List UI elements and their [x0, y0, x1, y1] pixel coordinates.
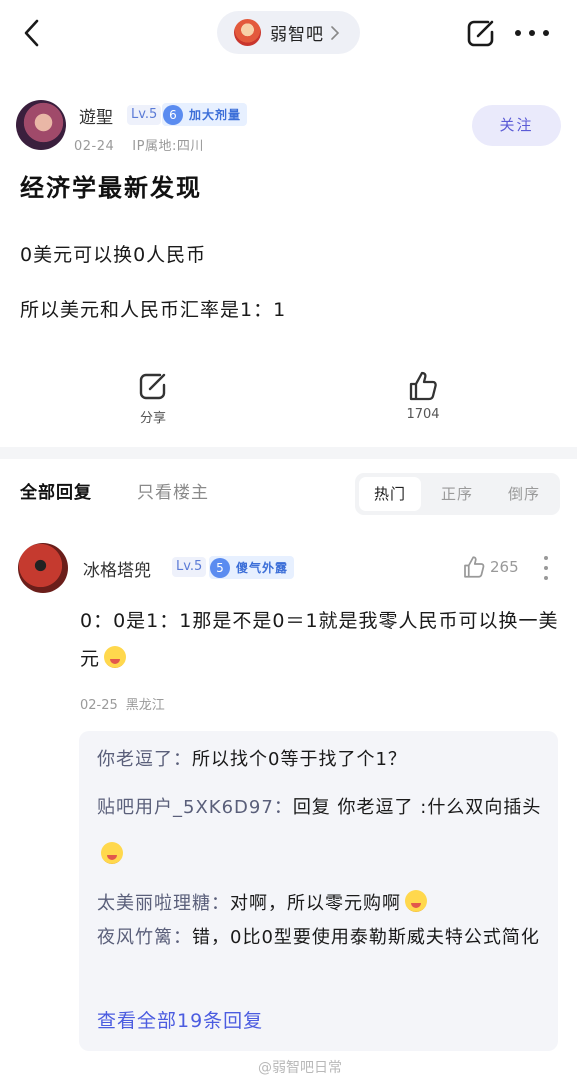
author-name[interactable]: 遊聖 — [79, 103, 113, 128]
sub-reply-author[interactable]: 夜风竹篱 — [97, 927, 173, 948]
sub-reply-text: 对啊，所以零元购啊 — [230, 893, 401, 914]
comment-meta: 02-25 黑龙江 — [80, 694, 173, 713]
grinning-sweat-emoji-icon — [101, 842, 123, 864]
tab-all-replies[interactable]: 全部回复 — [20, 478, 92, 503]
share-icon[interactable] — [466, 18, 496, 48]
commenter-name[interactable]: 冰格塔兜 — [83, 556, 151, 581]
sort-toggle: 热门 正序 倒序 — [355, 473, 560, 515]
like-count: 1704 — [406, 407, 440, 422]
watermark: @弱智吧日常 — [258, 1060, 342, 1076]
like-button[interactable]: 1704 — [383, 370, 463, 422]
chevron-left-icon — [24, 19, 39, 47]
forum-entry-button[interactable]: 弱智吧 — [217, 11, 360, 54]
badge-number: 5 — [210, 557, 230, 578]
share-button[interactable]: 分享 — [113, 370, 193, 426]
comment-like-button[interactable]: 265 — [462, 555, 519, 579]
comment-like-count: 265 — [490, 558, 519, 576]
comment-more-icon[interactable] — [544, 556, 548, 580]
title-badge: 6 加大剂量 — [162, 103, 248, 126]
drooling-face-emoji-icon — [405, 890, 427, 912]
avatar[interactable] — [18, 543, 68, 593]
sub-reply-author[interactable]: 贴吧用户_5XK6D97 — [97, 797, 274, 818]
post-date: 02-24 — [74, 139, 115, 154]
badge-text: 傻气外露 — [236, 561, 289, 575]
sub-reply[interactable]: 你老逗了：所以找个0等于找了个1？ — [97, 736, 547, 784]
sub-reply-text: 错，0比0型要使用泰勒斯威夫特公式简化 — [192, 927, 540, 948]
sub-reply-separator: ： — [173, 927, 192, 948]
chevron-right-icon — [331, 25, 340, 40]
badge-number: 6 — [163, 104, 183, 125]
avatar[interactable] — [16, 100, 66, 150]
sub-reply-separator: ： — [273, 797, 293, 818]
badge-text: 加大剂量 — [189, 108, 242, 122]
sort-ascending[interactable]: 正序 — [426, 477, 488, 511]
top-bar: 弱智吧 — [0, 0, 577, 66]
post-title: 经济学最新发现 — [20, 174, 202, 202]
sub-reply-separator: ： — [211, 893, 230, 914]
level-badge: Lv.5 — [172, 557, 207, 577]
sub-reply[interactable]: 贴吧用户_5XK6D97：回复 你老逗了 :什么双向插头 — [97, 784, 547, 880]
sort-descending[interactable]: 倒序 — [493, 477, 555, 511]
share-label: 分享 — [139, 411, 166, 426]
thumbs-up-icon — [409, 371, 437, 401]
tab-op-only[interactable]: 只看楼主 — [137, 478, 209, 503]
level-badge: Lv.5 — [127, 105, 162, 125]
sub-reply[interactable]: 夜风竹篱：错，0比0型要使用泰勒斯威夫特公式简化 — [97, 914, 547, 962]
post-author: 遊聖 Lv.5 6 加大剂量 02-24 IP属地:四川 关注 — [16, 99, 561, 154]
comment-text: 0：0是1：1那是不是0＝1就是我零人民币可以换一美元 — [80, 602, 560, 678]
follow-button[interactable]: 关注 — [472, 105, 561, 146]
title-badge: 5 傻气外露 — [209, 556, 295, 579]
sub-reply-author[interactable]: 你老逗了 — [97, 749, 173, 770]
ip-location: IP属地:四川 — [132, 139, 204, 154]
sub-reply-text: 所以找个0等于找了个1？ — [192, 749, 407, 770]
view-all-replies-link[interactable]: 查看全部19条回复 — [97, 1006, 263, 1033]
forum-name: 弱智吧 — [270, 25, 324, 45]
post-line: 0美元可以换0人民币 — [20, 244, 207, 266]
post-line: 所以美元和人民币汇率是1：1 — [20, 299, 287, 321]
comment-date: 02-25 — [80, 698, 118, 713]
post-meta: 02-24 IP属地:四川 — [74, 135, 222, 154]
sub-reply-text: 回复 你老逗了 :什么双向插头 — [292, 797, 542, 818]
sub-reply-author[interactable]: 太美丽啦理糖 — [97, 893, 211, 914]
share-icon — [139, 373, 166, 400]
comment-body: 0：0是1：1那是不是0＝1就是我零人民币可以换一美元 — [80, 610, 559, 670]
sort-hot[interactable]: 热门 — [359, 477, 421, 511]
comment-location: 黑龙江 — [125, 698, 165, 713]
more-options-icon[interactable] — [515, 20, 549, 46]
section-divider — [0, 447, 577, 459]
forum-avatar — [234, 19, 261, 46]
back-button[interactable] — [22, 16, 50, 50]
sub-reply-separator: ： — [173, 749, 192, 770]
drooling-face-emoji-icon — [104, 646, 127, 668]
thumbs-up-icon — [464, 556, 485, 578]
